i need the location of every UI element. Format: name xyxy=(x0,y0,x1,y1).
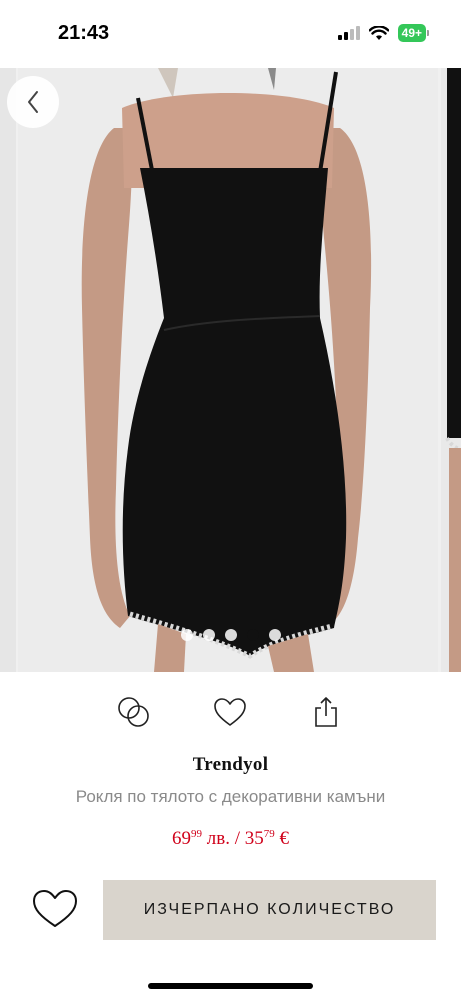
share-icon xyxy=(315,697,337,727)
sold-out-button[interactable]: ИЗЧЕРПАНО КОЛИЧЕСТВО xyxy=(103,880,436,940)
price-bgn-integer: 69 xyxy=(172,828,191,849)
wishlist-button[interactable] xyxy=(208,690,252,734)
previous-image-peek xyxy=(0,68,16,672)
compare-button[interactable] xyxy=(112,690,156,734)
battery-icon: 49+ xyxy=(397,24,429,42)
status-icons: 49+ xyxy=(337,24,429,42)
pagination-dot-active[interactable] xyxy=(246,629,259,641)
pagination-dot[interactable] xyxy=(268,629,281,641)
price-eur-integer: 35 xyxy=(244,828,264,849)
product-title: Рокля по тялото с декоративни камъни xyxy=(75,787,386,806)
status-bar: 21:43 49+ xyxy=(0,0,461,68)
gallery-pagination xyxy=(0,629,461,641)
heart-icon xyxy=(214,698,246,726)
chevron-left-icon xyxy=(28,91,38,113)
product-image[interactable] xyxy=(18,68,438,672)
pagination-dot[interactable] xyxy=(180,629,193,641)
product-price: 6999 лв. / 3579 € xyxy=(0,828,461,850)
share-button[interactable] xyxy=(304,690,348,734)
brand-name[interactable]: Trendyol xyxy=(0,754,461,776)
price-eur-decimal: 79 xyxy=(263,828,275,840)
price-bgn-unit: лв. / xyxy=(202,828,245,849)
product-image-gallery[interactable] xyxy=(0,68,461,672)
back-button[interactable] xyxy=(7,76,59,128)
cellular-signal-icon xyxy=(337,26,360,40)
heart-icon xyxy=(33,890,77,927)
battery-level: 49+ xyxy=(397,24,426,42)
add-to-wishlist-button[interactable] xyxy=(30,884,80,934)
next-image-peek xyxy=(441,68,461,672)
next-image-thumbnail xyxy=(441,68,461,672)
price-bgn-decimal: 99 xyxy=(191,828,202,840)
home-indicator xyxy=(148,983,313,989)
dress-photo xyxy=(18,68,438,672)
price-eur-unit: € xyxy=(274,828,289,849)
compare-rings-icon xyxy=(118,697,149,727)
wifi-icon xyxy=(368,25,389,40)
pagination-dot[interactable] xyxy=(224,629,237,641)
pagination-dot[interactable] xyxy=(202,629,215,641)
status-time: 21:43 xyxy=(58,22,110,44)
product-actions xyxy=(0,690,461,740)
